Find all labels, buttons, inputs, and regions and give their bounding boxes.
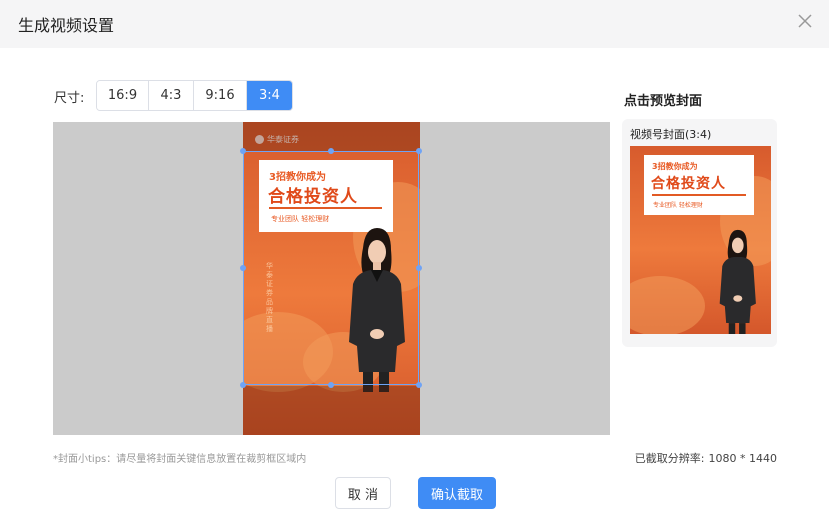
crop-handle-left[interactable] <box>240 265 246 271</box>
crop-box[interactable] <box>243 151 419 385</box>
ratio-9-16-button[interactable]: 9:16 <box>194 81 247 110</box>
ratio-4-3-button[interactable]: 4:3 <box>149 81 194 110</box>
cover-preview-image[interactable]: 3招教你成为 合格投资人 专业团队 轻松理财 <box>630 146 771 334</box>
close-icon[interactable] <box>795 11 815 31</box>
preview-title: 点击预览封面 <box>624 94 703 109</box>
ratio-3-4-button[interactable]: 3:4 <box>247 81 292 110</box>
resolution-info: 已截取分辨率: 1080 * 1440 <box>635 450 777 466</box>
dialog-header: 生成视频设置 <box>0 0 829 48</box>
cover-tips: *封面小tips：请尽量将封面关键信息放置在裁剪框区域内 <box>53 454 307 465</box>
crop-handle-bottom-left[interactable] <box>240 382 246 388</box>
size-label: 尺寸: <box>54 91 85 106</box>
cancel-button[interactable]: 取 消 <box>335 477 391 509</box>
crop-handle-bottom-right[interactable] <box>416 382 422 388</box>
ratio-selector: 16:9 4:3 9:16 3:4 <box>96 80 293 111</box>
crop-handle-bottom[interactable] <box>328 382 334 388</box>
resolution-value: 1080 * 1440 <box>708 452 777 465</box>
resolution-label: 已截取分辨率: <box>634 452 705 465</box>
crop-handle-right[interactable] <box>416 265 422 271</box>
preview-headline-card: 3招教你成为 合格投资人 专业团队 轻松理财 <box>644 155 754 215</box>
confirm-crop-button[interactable]: 确认截取 <box>418 477 496 509</box>
preview-card[interactable]: 视频号封面(3:4) 3招教你成为 合格投资人 专业团队 轻松理财 <box>622 119 777 347</box>
crop-handle-top[interactable] <box>328 148 334 154</box>
dialog-title: 生成视频设置 <box>18 16 115 35</box>
crop-stage: 华泰证券 3招教你成为 合格投资人 专业团队 轻松理财 华泰证券品牌直播 <box>53 122 610 435</box>
preview-subtitle: 视频号封面(3:4) <box>630 128 712 141</box>
ratio-16-9-button[interactable]: 16:9 <box>97 81 149 110</box>
crop-handle-top-left[interactable] <box>240 148 246 154</box>
crop-handle-top-right[interactable] <box>416 148 422 154</box>
preview-presenter-figure <box>719 229 756 334</box>
